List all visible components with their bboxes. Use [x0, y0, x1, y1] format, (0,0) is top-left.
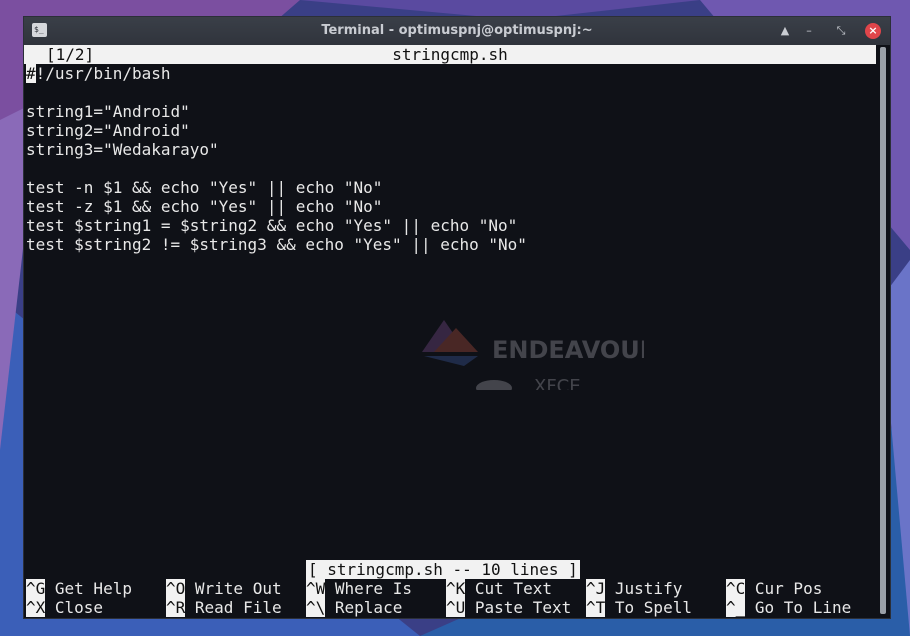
shortcut-label: Paste Text: [465, 598, 572, 617]
title-bar[interactable]: $_ Terminal - optimuspnj@optimuspnj:~ ▲ …: [24, 17, 890, 45]
code-line: test -z $1 && echo "Yes" || echo "No": [26, 197, 383, 216]
shortcut-key: ^J: [586, 579, 606, 598]
code-line: string2="Android": [26, 121, 190, 140]
shortcut-key: ^G: [26, 579, 46, 598]
shortcut-item: ^G Get Help: [26, 579, 132, 598]
shortcut-key: ^O: [166, 579, 186, 598]
shortcut-label: Read File: [185, 598, 282, 617]
shortcut-item: ^W Where Is: [306, 579, 412, 598]
shortcut-label: Where Is: [325, 579, 412, 598]
shortcut-item: ^O Write Out: [166, 579, 282, 598]
shade-button[interactable]: ▲: [776, 22, 794, 40]
close-button[interactable]: ×: [865, 23, 881, 39]
code-line: test -n $1 && echo "Yes" || echo "No": [26, 178, 383, 197]
shortcut-label: Write Out: [185, 579, 282, 598]
logo-brand-text: ENDEAVOUROS: [492, 336, 644, 364]
scrollbar[interactable]: [876, 45, 890, 618]
status-message: [ stringcmp.sh -- 10 lines ]: [306, 560, 580, 579]
shortcut-item: ^J Justify: [586, 579, 682, 598]
shortcut-item: ^_ Go To Line: [726, 598, 851, 617]
shortcut-label: Close: [45, 598, 104, 617]
shortcut-item: ^\ Replace: [306, 598, 402, 617]
shortcut-item: ^X Close: [26, 598, 103, 617]
shortcut-key: ^K: [446, 579, 466, 598]
shortcut-item: ^R Read File: [166, 598, 282, 617]
minimize-button[interactable]: –: [800, 22, 818, 40]
logo-sub-text: XFCE: [534, 376, 581, 390]
code-line: test $string1 = $string2 && echo "Yes" |…: [26, 216, 518, 235]
code-line: string3="Wedakarayo": [26, 140, 219, 159]
shortcut-key: ^\: [306, 598, 326, 617]
shortcut-label: Justify: [605, 579, 683, 598]
shortcut-label: Cut Text: [465, 579, 552, 598]
shortcut-label: Cur Pos: [745, 579, 823, 598]
shortcut-label: To Spell: [605, 598, 692, 617]
code-line: #!/usr/bin/bash: [26, 64, 171, 83]
shortcut-label: Go To Line: [745, 598, 852, 617]
shortcut-key: ^C: [726, 579, 746, 598]
terminal-area[interactable]: ENDEAVOUROS XFCE [1/2] stringcmp.sh #!/u…: [24, 45, 876, 618]
shortcut-key: ^R: [166, 598, 186, 617]
text-cursor: #: [26, 64, 36, 83]
shortcut-label: Replace: [325, 598, 403, 617]
nano-header: [1/2] stringcmp.sh: [24, 45, 876, 64]
shortcut-item: ^K Cut Text: [446, 579, 552, 598]
shortcut-label: Get Help: [45, 579, 132, 598]
shortcut-key: ^T: [586, 598, 606, 617]
shortcut-item: ^U Paste Text: [446, 598, 571, 617]
maximize-button[interactable]: ⤡: [832, 22, 850, 40]
window-title: Terminal - optimuspnj@optimuspnj:~: [321, 23, 593, 38]
endeavouros-logo: ENDEAVOUROS XFCE: [422, 320, 644, 390]
code-line: string1="Android": [26, 102, 190, 121]
shortcut-key: ^U: [446, 598, 466, 617]
shortcut-key: ^_: [726, 598, 746, 617]
shortcut-item: ^T To Spell: [586, 598, 692, 617]
code-line: test $string2 != $string3 && echo "Yes" …: [26, 235, 527, 254]
terminal-window: $_ Terminal - optimuspnj@optimuspnj:~ ▲ …: [24, 17, 890, 618]
header-filename: stringcmp.sh: [392, 45, 508, 64]
scrollbar-thumb[interactable]: [880, 47, 886, 614]
shortcut-key: ^X: [26, 598, 46, 617]
shortcut-key: ^W: [306, 579, 326, 598]
shortcut-item: ^C Cur Pos: [726, 579, 822, 598]
